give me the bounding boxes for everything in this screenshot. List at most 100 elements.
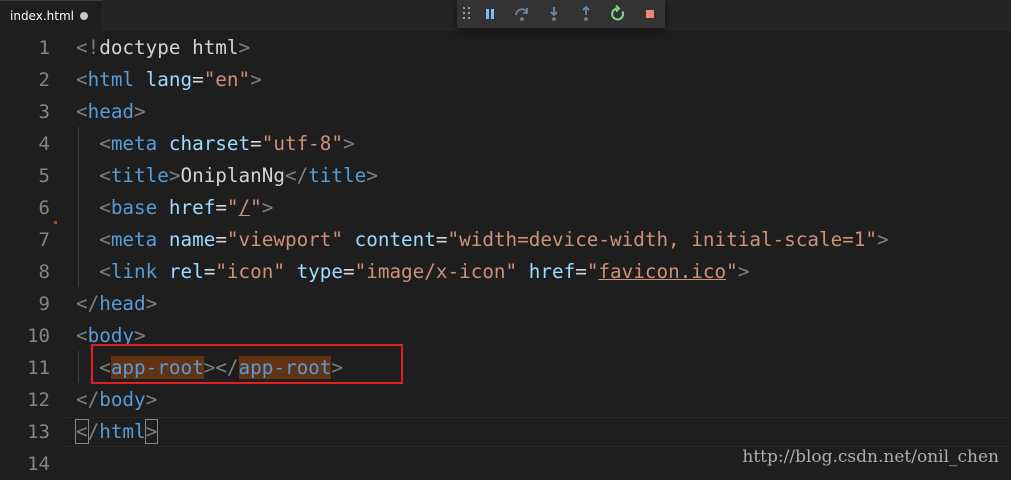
step-over-icon — [512, 4, 532, 24]
code-token: < — [76, 100, 88, 123]
line-number: 6 — [0, 192, 50, 224]
code-token: <! — [76, 36, 99, 59]
code-token: charset — [157, 132, 250, 155]
code-token: > — [262, 196, 274, 219]
code-line: <base href="/"> — [76, 192, 273, 224]
code-token: link — [111, 260, 157, 283]
code-token: < — [99, 132, 111, 155]
code-token: "width=device-width, initial-scale=1" — [448, 228, 878, 251]
code-token: > — [239, 36, 251, 59]
line-number: 13 — [0, 416, 50, 448]
code-token: = — [204, 260, 216, 283]
line-number: 1 — [0, 32, 50, 64]
code-token: > — [146, 388, 158, 411]
code-token: title — [111, 164, 169, 187]
code-token: = — [192, 68, 204, 91]
code-token: body — [99, 388, 145, 411]
tab-title: index.html — [10, 9, 74, 23]
code-line: <head> — [76, 96, 146, 128]
code-indent — [76, 196, 99, 219]
code-token: > — [146, 292, 158, 315]
drag-handle-icon[interactable] — [463, 7, 471, 21]
line-number: 11 — [0, 352, 50, 384]
code-token: content — [343, 228, 436, 251]
code-token: head — [99, 292, 145, 315]
code-token: </ — [285, 164, 308, 187]
code-token: " — [227, 196, 239, 219]
code-token: < — [76, 420, 88, 443]
code-token: < — [99, 196, 111, 219]
code-token: " — [726, 260, 738, 283]
step-over-button[interactable] — [512, 4, 532, 24]
code-token: type — [285, 260, 343, 283]
stop-button[interactable] — [640, 4, 660, 24]
code-line: </head> — [76, 288, 157, 320]
code-token: > — [738, 260, 750, 283]
code-token: < — [99, 260, 111, 283]
watermark-url: http://blog.csdn.net/onil_chen — [742, 447, 999, 467]
line-number: 9 — [0, 288, 50, 320]
tab-index-html[interactable]: index.html — [0, 0, 102, 31]
code-token: < — [76, 324, 88, 347]
red-annotation-box — [91, 344, 403, 384]
line-number: 7 — [0, 224, 50, 256]
gutter-change-marker — [54, 221, 57, 224]
restart-button[interactable] — [608, 4, 628, 24]
code-token: "icon" — [215, 260, 285, 283]
code-editor[interactable]: 1234567891011121314 <!doctype html><html… — [0, 31, 1011, 475]
code-indent — [76, 260, 99, 283]
unsaved-dot-icon[interactable] — [80, 12, 88, 20]
line-number: 12 — [0, 384, 50, 416]
code-token: OniplanNg — [180, 164, 284, 187]
code-line: </body> — [76, 384, 157, 416]
code-token: favicon.ico — [598, 260, 726, 283]
line-number-gutter: 1234567891011121314 — [0, 31, 62, 475]
code-token: meta — [111, 228, 157, 251]
line-number: 3 — [0, 96, 50, 128]
code-token: html — [180, 36, 238, 59]
code-token: / — [239, 196, 251, 219]
code-token: = — [436, 228, 448, 251]
pause-icon — [480, 4, 500, 24]
code-line: <link rel="icon" type="image/x-icon" hre… — [76, 256, 749, 288]
code-token: "viewport" — [227, 228, 343, 251]
stop-icon — [640, 4, 660, 24]
code-area[interactable]: <!doctype html><html lang="en"><head> <m… — [76, 31, 1011, 475]
code-indent — [76, 132, 99, 155]
code-token: = — [575, 260, 587, 283]
code-token: = — [343, 260, 355, 283]
code-token: "en" — [204, 68, 250, 91]
code-token: < — [76, 68, 88, 91]
code-token: > — [250, 68, 262, 91]
code-token: / — [88, 420, 100, 443]
pause-button[interactable] — [480, 4, 500, 24]
code-token: html — [99, 420, 145, 443]
code-token: base — [111, 196, 157, 219]
code-token: = — [250, 132, 262, 155]
code-token: name — [157, 228, 215, 251]
code-token: " — [587, 260, 599, 283]
code-token: = — [215, 228, 227, 251]
code-token: lang — [134, 68, 192, 91]
code-line: <title>OniplanNg</title> — [76, 160, 378, 192]
code-token: href — [157, 196, 215, 219]
code-line: <meta charset="utf-8"> — [76, 128, 355, 160]
step-out-button[interactable] — [576, 4, 596, 24]
code-token: > — [134, 100, 146, 123]
line-number: 14 — [0, 448, 50, 480]
code-token: rel — [157, 260, 203, 283]
code-token: head — [88, 100, 134, 123]
code-token: "utf-8" — [262, 132, 343, 155]
code-token: < — [99, 228, 111, 251]
code-token: > — [366, 164, 378, 187]
step-out-icon — [576, 4, 596, 24]
code-token: </ — [76, 292, 99, 315]
code-token: "image/x-icon" — [355, 260, 518, 283]
code-token: > — [146, 420, 158, 443]
code-token: > — [169, 164, 181, 187]
code-token: meta — [111, 132, 157, 155]
restart-icon — [608, 4, 628, 24]
code-token: </ — [76, 388, 99, 411]
step-into-button[interactable] — [544, 4, 564, 24]
code-line: <meta name="viewport" content="width=dev… — [76, 224, 889, 256]
